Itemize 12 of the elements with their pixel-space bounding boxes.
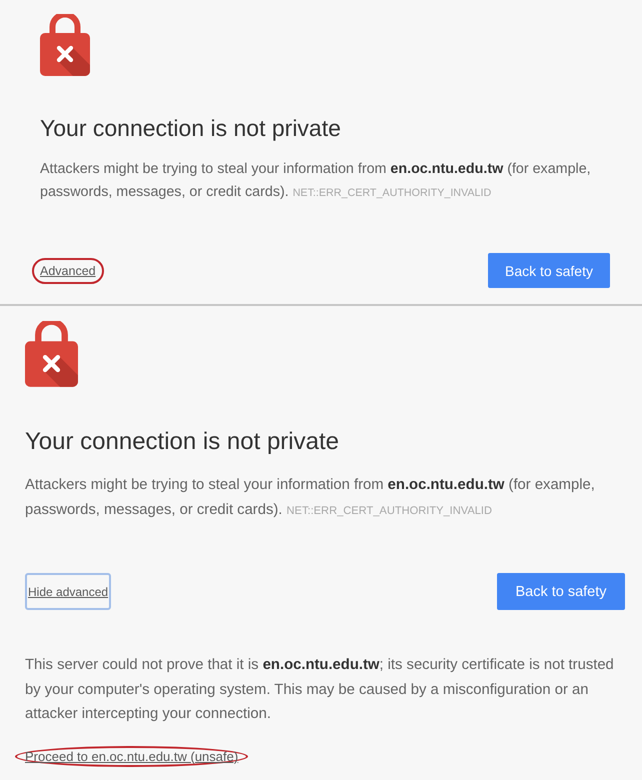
page-title: Your connection is not private [25, 427, 340, 456]
padlock-error-icon [40, 14, 90, 76]
advanced-toggle-button[interactable]: Hide advanced [25, 573, 112, 610]
details-text: This server could not prove that it is en.oc.ntu.edu.tw; its security certificate is not trusted by your computer's operating system. This may be caused by a misconfiguration or an attacker intercepting your connection. [25, 656, 615, 724]
back-to-safety-button[interactable]: Back to safety [488, 253, 610, 288]
page-title: Your connection is not private [40, 114, 342, 142]
advanced-toggle-button[interactable]: Advanced [32, 258, 104, 284]
back-to-safety-button[interactable]: Back to safety [497, 573, 625, 610]
warning-message: Attackers might be trying to steal your information from en.oc.ntu.edu.tw (for example, passwords, messages, or credit cards). NET::ERR_CERT_AUTHORITY_INVALID [40, 160, 592, 202]
warning-message: Attackers might be trying to steal your information from en.oc.ntu.edu.tw (for example, passwords, messages, or credit cards). NET::ERR_CERT_AUTHORITY_INVALID [25, 476, 596, 520]
proceed-link[interactable]: Proceed to en.oc.ntu.edu.tw (unsafe) [15, 746, 248, 766]
padlock-error-icon [25, 321, 78, 387]
